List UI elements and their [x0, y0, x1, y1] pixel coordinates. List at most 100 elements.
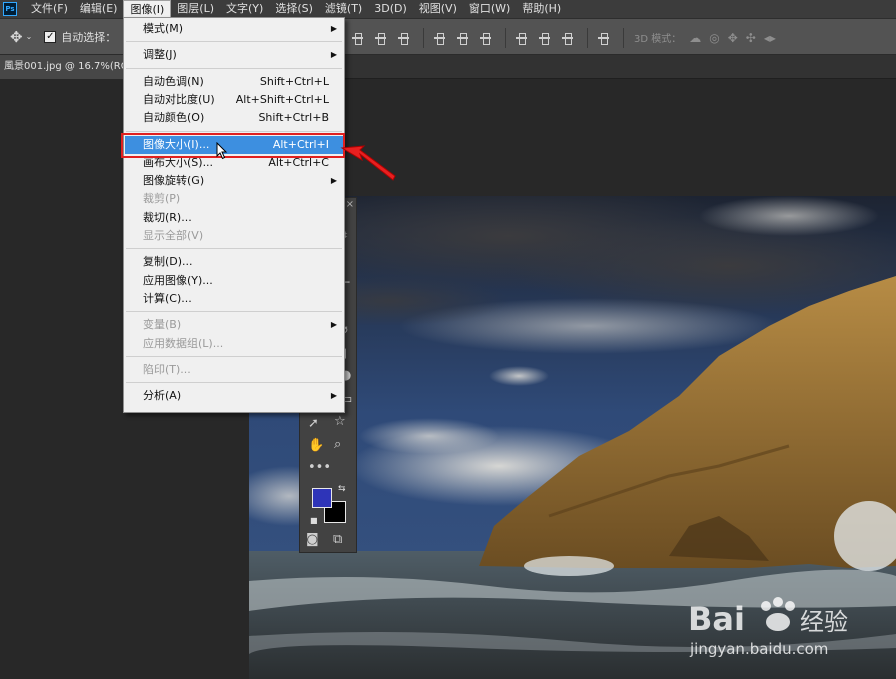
- swap-colors-icon[interactable]: ⇆: [338, 484, 346, 494]
- distribute-top-icon[interactable]: [434, 32, 445, 45]
- menu-item[interactable]: 帮助(H): [516, 0, 567, 18]
- divider: [423, 27, 424, 48]
- foreground-color-swatch[interactable]: [312, 488, 332, 508]
- move-tool-icon[interactable]: ✥: [10, 28, 23, 46]
- mouse-cursor-icon: [216, 142, 228, 160]
- 3d-mode-label: 3D 模式：: [634, 34, 682, 45]
- submenu-arrow-icon: ▶: [330, 176, 337, 186]
- menu-item[interactable]: 视图(V): [413, 0, 463, 18]
- shape-tool-icon[interactable]: ☆: [334, 414, 346, 429]
- menu-separator: [126, 311, 342, 313]
- menu-item[interactable]: 图层(L): [171, 0, 220, 18]
- quick-mask-icon[interactable]: ◙: [306, 532, 319, 547]
- align-vcenter-icon[interactable]: [375, 32, 386, 45]
- document-tab[interactable]: 風景001.jpg @ 16.7%(RG: [0, 55, 124, 79]
- menu-option[interactable]: 复制(D)...: [125, 253, 343, 271]
- menu-option: 显示全部(V): [125, 227, 343, 245]
- red-arrow-icon: [340, 145, 396, 181]
- autoselect-label: 自动选择：: [61, 30, 117, 44]
- screen-mode-icon[interactable]: ⧉: [333, 532, 342, 547]
- auto-align-icon[interactable]: [598, 32, 609, 45]
- menu-item[interactable]: 文字(Y): [220, 0, 269, 18]
- menu-item[interactable]: 滤镜(T): [319, 0, 368, 18]
- default-colors-icon[interactable]: ■: [310, 516, 318, 525]
- submenu-arrow-icon: ▶: [330, 24, 337, 33]
- baidu-watermark-logo: Bai 经验 jingyan.baidu.com: [688, 597, 848, 658]
- menu-separator: [126, 67, 342, 69]
- menu-separator: [126, 41, 342, 43]
- image-menu-dropdown: 模式(M) ▶ 调整(J) ▶ 自动色调(N) Shift+Ctrl+L 自动对比度(U) A…: [123, 17, 345, 413]
- menu-option-label: 陷印(T)...: [143, 362, 191, 376]
- menu-option[interactable]: 调整(J) ▶: [125, 46, 343, 64]
- chevron-down-icon[interactable]: ⌄: [26, 32, 33, 41]
- menu-separator: [126, 355, 342, 357]
- annotation-highlight-box: [121, 133, 345, 158]
- menu-option[interactable]: 自动对比度(U) Alt+Shift+Ctrl+L: [125, 91, 343, 109]
- menu-option[interactable]: 自动色调(N) Shift+Ctrl+L: [125, 73, 343, 91]
- menu-option-shortcut: Shift+Ctrl+L: [259, 74, 329, 88]
- distribute-hcenter-icon[interactable]: [539, 32, 550, 45]
- autoselect-checkbox[interactable]: ✓: [44, 30, 57, 43]
- menu-item[interactable]: 选择(S): [269, 0, 319, 18]
- menu-option-label: 自动色调(N): [143, 74, 204, 88]
- divider: [505, 27, 506, 48]
- menu-separator: [126, 130, 342, 132]
- distribute-left-icon[interactable]: [516, 32, 527, 45]
- 3d-orbit-icon[interactable]: ☁: [689, 31, 701, 45]
- menu-option-label: 自动颜色(O): [143, 111, 205, 125]
- distribute-vcenter-icon[interactable]: [457, 32, 468, 45]
- menu-item[interactable]: 3D(D): [368, 0, 413, 18]
- menu-option-shortcut: Alt+Shift+Ctrl+L: [235, 92, 329, 106]
- menu-option-label: 自动对比度(U): [143, 92, 215, 106]
- menu-separator: [126, 382, 342, 384]
- menu-option[interactable]: 应用图像(Y)...: [125, 272, 343, 290]
- menu-separator: [126, 248, 342, 250]
- menu-option-label: 调整(J): [143, 48, 177, 62]
- 3d-scale-icon[interactable]: ◂▸: [764, 31, 776, 45]
- menu-bar: Ps 文件(F) 编辑(E) 图像(I) 图层(L) 文字(Y) 选择(S) 滤镜(T) 3D…: [0, 0, 896, 18]
- menu-option-label: 显示全部(V): [143, 229, 204, 242]
- menu-option[interactable]: 模式(M) ▶: [125, 20, 343, 38]
- more-tools-icon[interactable]: •••: [308, 460, 331, 475]
- menu-option: 变量(B) ▶: [125, 316, 343, 334]
- menu-option-label: 应用图像(Y)...: [143, 273, 213, 287]
- watermark-brand: Bai: [688, 600, 745, 638]
- watermark-brand-cn: 经验: [800, 608, 848, 636]
- submenu-arrow-icon: ▶: [330, 320, 337, 330]
- divider: [587, 27, 588, 48]
- distribute-bottom-icon[interactable]: [480, 32, 491, 45]
- path-select-tool-icon[interactable]: ➚: [308, 416, 319, 431]
- distribute-right-icon[interactable]: [562, 32, 573, 45]
- menu-option-label: 裁剪(P): [143, 192, 181, 206]
- align-buttons-group: 3D 模式： ☁ ◎ ✥ ✣ ◂▸: [352, 19, 784, 56]
- menu-option[interactable]: 图像旋转(G) ▶: [125, 172, 343, 190]
- menu-item[interactable]: 窗口(W): [463, 0, 516, 18]
- menu-item[interactable]: 文件(F): [25, 0, 74, 18]
- menu-option: 应用数据组(L)...: [125, 335, 343, 353]
- hand-tool-icon[interactable]: ✋: [308, 438, 324, 453]
- menu-option-label: 变量(B): [143, 318, 182, 332]
- photoshop-logo-icon: Ps: [3, 2, 17, 16]
- submenu-arrow-icon: ▶: [330, 391, 337, 401]
- menu-option[interactable]: 分析(A) ▶: [125, 387, 343, 405]
- submenu-arrow-icon: ▶: [330, 50, 337, 60]
- menu-option[interactable]: 自动颜色(O) Shift+Ctrl+B: [125, 109, 343, 127]
- menu-option[interactable]: 计算(C)...: [125, 290, 343, 308]
- align-top-icon[interactable]: [352, 32, 363, 45]
- menu-option-label: 裁切(R)...: [143, 210, 192, 224]
- menu-option: 裁剪(P): [125, 190, 343, 208]
- menu-option[interactable]: 裁切(R)...: [125, 209, 343, 227]
- close-icon[interactable]: ×: [346, 199, 354, 210]
- menu-option-label: 分析(A): [143, 389, 182, 403]
- align-bottom-icon[interactable]: [398, 32, 409, 45]
- 3d-slide-icon[interactable]: ✣: [746, 31, 756, 45]
- menu-option-shortcut: Shift+Ctrl+B: [258, 111, 329, 125]
- 3d-roll-icon[interactable]: ◎: [709, 31, 719, 45]
- menu-option-label: 复制(D)...: [143, 255, 193, 269]
- menu-option-label: 图像旋转(G): [143, 174, 205, 188]
- menu-item[interactable]: 编辑(E): [74, 0, 124, 18]
- watermark-url: jingyan.baidu.com: [689, 640, 828, 658]
- zoom-tool-icon[interactable]: ⌕: [334, 437, 341, 452]
- 3d-pan-icon[interactable]: ✥: [728, 31, 738, 45]
- menu-item[interactable]: 图像(I): [123, 0, 172, 18]
